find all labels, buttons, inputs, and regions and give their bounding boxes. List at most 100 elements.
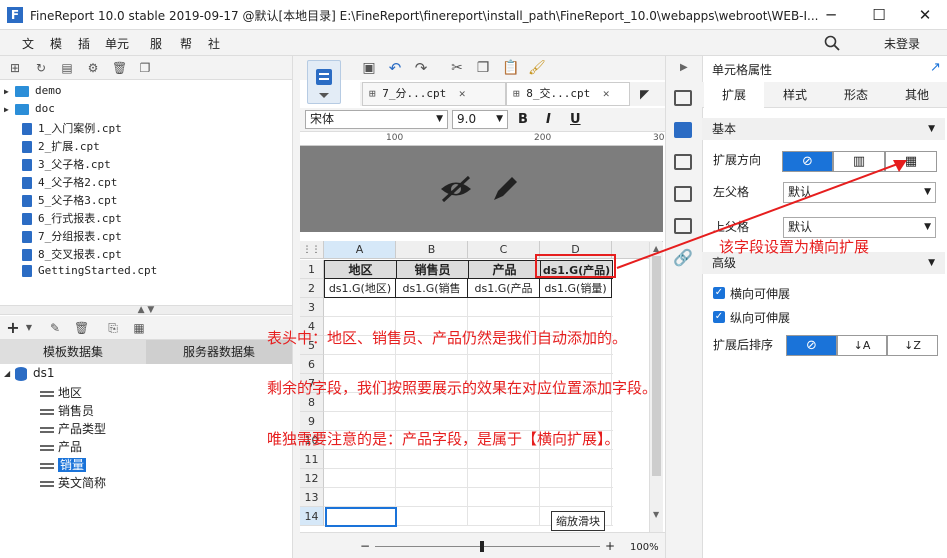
tree-item-file[interactable]: 8_交叉报表.cpt [22, 246, 122, 264]
collapse-arrow-icon[interactable]: ▶ [680, 62, 688, 73]
menu-file[interactable]: 文 [22, 35, 34, 52]
close-tab-icon[interactable]: ✕ [603, 87, 610, 100]
field-item-selected[interactable]: 销量 [40, 456, 87, 474]
section-basic[interactable]: 基本 ▼ [702, 118, 945, 140]
zoom-out-button[interactable]: − [360, 539, 370, 553]
expand-arrow-icon[interactable]: ▶ [4, 105, 12, 114]
save-icon[interactable]: ▣ [362, 61, 376, 75]
settings-icon[interactable]: ⚙ [86, 61, 100, 75]
edit-icon[interactable]: ✎ [48, 321, 62, 335]
collapse-strip[interactable] [292, 56, 300, 558]
zoom-slider-handle[interactable] [480, 541, 484, 552]
cell-b1[interactable]: 销售员 [396, 260, 469, 279]
tree-item-file[interactable]: 2_扩展.cpt [22, 138, 100, 156]
selected-cell[interactable] [325, 507, 397, 527]
font-size-select[interactable]: 9.0 ▼ [452, 110, 508, 129]
cell-b2[interactable]: ds1.G(销售 [396, 279, 468, 298]
tree-item-demo[interactable]: ▶ demo [4, 84, 62, 102]
field-item[interactable]: 地区 [40, 384, 82, 402]
sort-ascending-icon[interactable]: ↓A [837, 335, 887, 356]
tab-form[interactable]: 形态 [826, 82, 886, 108]
cell-element-icon[interactable] [674, 90, 692, 106]
horizontal-stretch-checkbox[interactable]: ✓ [713, 287, 725, 299]
cell-c1[interactable]: 产品 [468, 260, 541, 279]
menu-insert[interactable]: 插 [78, 35, 90, 52]
italic-button[interactable]: I [546, 112, 551, 127]
vertical-stretch-checkbox[interactable]: ✓ [713, 311, 725, 323]
row-header[interactable]: 11 [300, 450, 324, 469]
zoom-slider[interactable] [375, 546, 600, 547]
tree-item-file[interactable]: 1_入门案例.cpt [22, 120, 122, 138]
format-brush-icon[interactable]: 🖌 [528, 61, 546, 75]
undo-icon[interactable]: ↶ [388, 61, 402, 76]
tab-menu-icon[interactable]: ◤ [640, 87, 649, 101]
cell-a1[interactable]: 地区 [324, 260, 397, 279]
row-header[interactable]: 12 [300, 469, 324, 488]
column-header[interactable]: C [468, 241, 540, 259]
tab-style[interactable]: 样式 [765, 82, 825, 108]
edit-icon[interactable] [490, 172, 522, 204]
tree-item-file[interactable]: 4_父子格2.cpt [22, 174, 117, 192]
tree-item-file[interactable]: 5_父子格3.cpt [22, 192, 117, 210]
column-header[interactable]: B [396, 241, 468, 259]
font-family-select[interactable]: 宋体 ▼ [305, 110, 448, 129]
tree-item-file[interactable]: 3_父子格.cpt [22, 156, 111, 174]
chevron-down-icon[interactable]: ▼ [22, 321, 36, 335]
tree-item-doc[interactable]: ▶ doc [4, 102, 55, 120]
menu-server[interactable]: 服 [150, 35, 162, 52]
dataset-ds1[interactable]: ◢ ds1 [4, 366, 55, 384]
add-dataset-icon[interactable]: + [6, 320, 20, 336]
row-header[interactable]: 6 [300, 355, 324, 374]
report-preview-button[interactable] [307, 60, 341, 104]
file-tab[interactable]: ⊞ 7_分...cpt ✕ [362, 82, 506, 106]
scroll-thumb[interactable] [652, 256, 661, 476]
minimize-button[interactable]: ─ [820, 4, 842, 26]
dataset-settings-icon[interactable]: ▦ [132, 321, 146, 335]
redo-icon[interactable]: ↷ [414, 61, 428, 76]
tree-item-file[interactable]: GettingStarted.cpt [22, 264, 157, 282]
cell-properties-icon[interactable] [674, 122, 692, 138]
expand-arrow-icon[interactable]: ◢ [4, 369, 12, 378]
zoom-in-button[interactable]: + [605, 539, 615, 553]
paste-icon[interactable]: 📋 [502, 61, 519, 75]
field-item[interactable]: 英文简称 [40, 474, 106, 492]
hide-icon[interactable] [438, 174, 474, 204]
row-header[interactable]: 1 [300, 260, 324, 279]
bold-button[interactable]: B [518, 112, 528, 127]
field-item[interactable]: 产品 [40, 438, 82, 456]
row-header[interactable]: 3 [300, 298, 324, 317]
sort-descending-icon[interactable]: ↓Z [887, 335, 938, 356]
maximize-button[interactable]: ☐ [868, 4, 890, 26]
pin-icon[interactable]: ↗ [930, 60, 941, 75]
tab-expand[interactable]: 扩展 [704, 82, 764, 108]
file-tab-active[interactable]: ⊞ 8_交...cpt ✕ [506, 82, 630, 106]
field-item[interactable]: 销售员 [40, 402, 94, 420]
menu-community[interactable]: 社 [208, 35, 220, 52]
menu-cell[interactable]: 单元 [105, 35, 129, 52]
no-sort-icon[interactable]: ⊘ [786, 335, 837, 356]
cell-c2[interactable]: ds1.G(产品 [468, 279, 540, 298]
delete-icon[interactable]: 🗑 [112, 61, 127, 75]
delete-icon[interactable]: 🗑 [74, 321, 89, 335]
preview-icon[interactable]: ⎘ [106, 321, 120, 335]
new-folder-icon[interactable]: ⊞ [8, 61, 22, 75]
row-header[interactable]: 2 [300, 279, 324, 298]
open-icon[interactable]: ▤ [60, 61, 74, 75]
expand-arrow-icon[interactable]: ▶ [4, 87, 12, 96]
tab-other[interactable]: 其他 [887, 82, 947, 108]
copy-icon[interactable]: ❐ [476, 61, 490, 75]
grid-corner[interactable]: ⋮⋮ [300, 241, 324, 259]
refresh-icon[interactable]: ↻ [34, 61, 48, 75]
panel-splitter[interactable]: ▲ ▼ [0, 305, 292, 315]
row-header[interactable]: 13 [300, 488, 324, 507]
scroll-down-icon[interactable]: ▼ [653, 510, 659, 519]
tab-template-dataset[interactable]: 模板数据集 [0, 340, 146, 364]
menu-help[interactable]: 帮 [180, 35, 192, 52]
search-icon[interactable] [824, 35, 840, 51]
close-button[interactable]: ✕ [914, 4, 936, 26]
tree-item-file[interactable]: 6_行式报表.cpt [22, 210, 122, 228]
row-header[interactable]: 14 [300, 507, 324, 526]
login-link[interactable]: 未登录 [884, 35, 920, 52]
menu-template[interactable]: 模 [50, 35, 62, 52]
tree-item-file[interactable]: 7_分组报表.cpt [22, 228, 122, 246]
